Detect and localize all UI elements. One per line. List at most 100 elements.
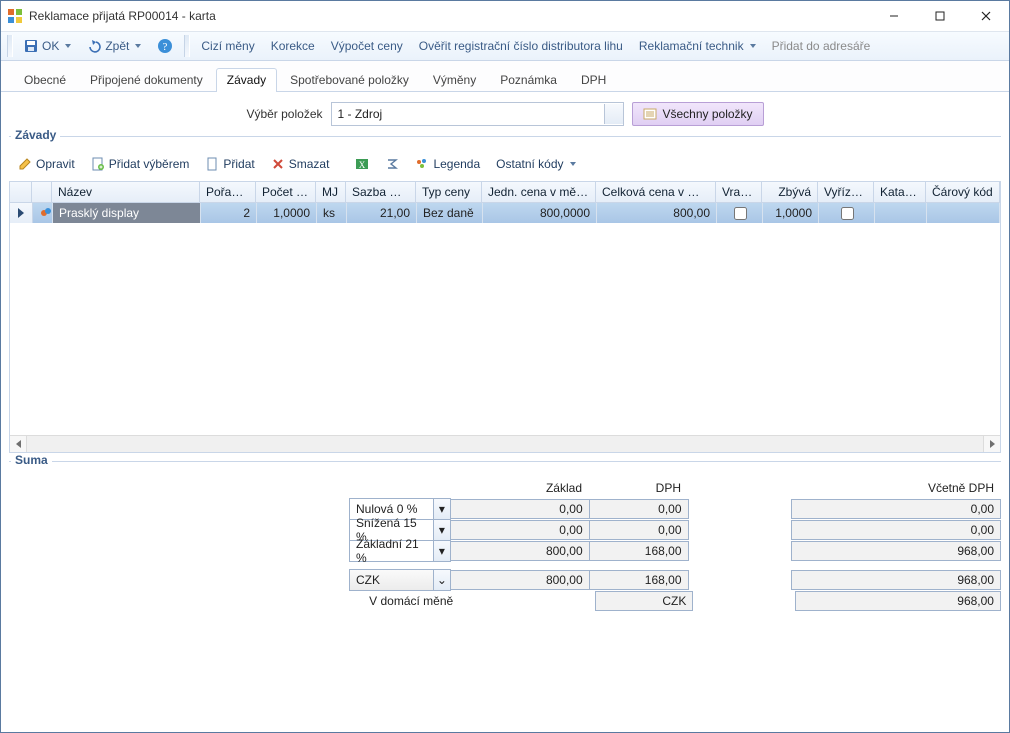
vratka-checkbox[interactable]	[734, 207, 747, 220]
cell-vyrizeno[interactable]	[819, 203, 875, 223]
rate-combo-zakladni[interactable]: Základní 21 %▾	[349, 540, 451, 562]
tab-dph[interactable]: DPH	[570, 68, 617, 92]
col-mj[interactable]: MJ	[316, 182, 346, 202]
col-celk-cena[interactable]: Celková cena v měně	[596, 182, 716, 202]
smazat-button[interactable]: Smazat	[264, 152, 337, 176]
maximize-button[interactable]	[917, 1, 963, 31]
legenda-button[interactable]: Legenda	[408, 152, 487, 176]
table-row[interactable]: Prasklý display 2 1,0000 ks 21,00 Bez da…	[10, 203, 1000, 223]
scroll-right-button[interactable]	[983, 436, 1000, 452]
nulova-zaklad: 0,00	[450, 499, 590, 519]
window-title: Reklamace přijatá RP00014 - karta	[29, 9, 216, 23]
page-plus-icon	[91, 157, 105, 171]
currency-combo[interactable]: CZK⌄	[349, 569, 451, 591]
selector-value: 1 - Zdroj	[332, 107, 604, 121]
tab-zavady[interactable]: Závady	[216, 68, 277, 92]
chevron-down-icon[interactable]: ▾	[433, 499, 450, 519]
col-vratka[interactable]: Vratka	[716, 182, 762, 202]
titlebar: Reklamace přijatá RP00014 - karta	[1, 1, 1009, 32]
cell-typ-ceny[interactable]: Bez daně	[417, 203, 483, 223]
col-poradi[interactable]: Pořadí	[200, 182, 256, 202]
snizena-vcetne: 0,00	[791, 520, 1001, 540]
pridat-button[interactable]: Přidat	[198, 152, 261, 176]
row-selector-header[interactable]	[10, 182, 32, 202]
cell-carovy-kod[interactable]	[927, 203, 1000, 223]
hdr-dph: DPH	[587, 478, 687, 498]
col-sazba-dph[interactable]: Sazba DPH	[346, 182, 416, 202]
sum-button[interactable]	[378, 152, 406, 176]
currency-zaklad: 800,00	[450, 570, 590, 590]
col-carovy-kod[interactable]: Čárový kód	[926, 182, 1000, 202]
all-items-button[interactable]: Všechny položky	[632, 102, 764, 126]
horizontal-scrollbar[interactable]	[10, 435, 1000, 452]
cell-celk-cena[interactable]: 800,00	[597, 203, 717, 223]
save-icon	[24, 39, 38, 53]
col-katalog[interactable]: Katalog	[874, 182, 926, 202]
grid-toolbar: Opravit Přidat výběrem Přidat Smazat X	[9, 151, 1001, 181]
excel-button[interactable]: X	[348, 152, 376, 176]
vypocet-ceny-button[interactable]: Výpočet ceny	[324, 34, 410, 58]
suma-row-nulova: Nulová 0 %▾ 0,00 0,00 0,00	[349, 498, 1001, 520]
icon-col-header[interactable]	[32, 182, 52, 202]
chevron-down-icon[interactable]: ▾	[433, 541, 450, 561]
cell-vratka[interactable]	[717, 203, 763, 223]
tab-spotrebovane[interactable]: Spotřebované položky	[279, 68, 420, 92]
cell-jedn-cena[interactable]: 800,0000	[483, 203, 597, 223]
minimize-button[interactable]	[871, 1, 917, 31]
close-button[interactable]	[963, 1, 1009, 31]
cell-sazba-dph[interactable]: 21,00	[347, 203, 417, 223]
tab-content: Výběr položek 1 - Zdroj Všechny položky …	[1, 92, 1009, 732]
help-button[interactable]: ?	[150, 34, 180, 58]
zavady-group: Závady Opravit Přidat výběrem Přidat Sma…	[9, 136, 1001, 453]
selector-combo[interactable]: 1 - Zdroj	[331, 102, 624, 126]
reklamacni-technik-button[interactable]: Reklamační technik	[632, 34, 763, 58]
pridat-adresar-button[interactable]: Přidat do adresáře	[765, 34, 878, 58]
snizena-zaklad: 0,00	[450, 520, 590, 540]
col-nazev[interactable]: Název	[52, 182, 200, 202]
zakladni-zaklad: 800,00	[450, 541, 590, 561]
opravit-button[interactable]: Opravit	[11, 152, 82, 176]
suma-row-snizena: Snížená 15 %▾ 0,00 0,00 0,00	[349, 519, 1001, 541]
col-vyrizeno[interactable]: Vyřízeno	[818, 182, 874, 202]
cell-nazev[interactable]: Prasklý display	[53, 203, 201, 223]
tab-vymeny[interactable]: Výměny	[422, 68, 487, 92]
tab-obecne[interactable]: Obecné	[13, 68, 77, 92]
col-typ-ceny[interactable]: Typ ceny	[416, 182, 482, 202]
vyrizeno-checkbox[interactable]	[841, 207, 854, 220]
dropdown-caret-icon	[750, 44, 756, 48]
toolbar-grip	[184, 35, 190, 57]
domaci-kod: CZK	[595, 591, 693, 611]
cell-zbyva[interactable]: 1,0000	[763, 203, 819, 223]
row-marker[interactable]	[10, 203, 33, 223]
scroll-left-button[interactable]	[10, 436, 27, 452]
cell-mj[interactable]: ks	[317, 203, 347, 223]
selector-dropdown[interactable]	[604, 104, 623, 124]
chevron-down-icon[interactable]: ▾	[433, 520, 450, 540]
tab-poznamka[interactable]: Poznámka	[489, 68, 568, 92]
list-icon	[643, 107, 657, 121]
ok-button[interactable]: OK	[17, 34, 78, 58]
ostatni-kody-button[interactable]: Ostatní kódy	[489, 152, 582, 176]
col-jedn-cena[interactable]: Jedn. cena v měně	[482, 182, 596, 202]
korekce-button[interactable]: Korekce	[264, 34, 322, 58]
chevron-right-icon	[990, 440, 995, 448]
col-pocet-mj[interactable]: Počet MJ	[256, 182, 316, 202]
suma-row-currency: CZK⌄ 800,00 168,00 968,00	[349, 569, 1001, 591]
col-zbyva[interactable]: Zbývá	[762, 182, 818, 202]
current-row-icon	[18, 208, 24, 218]
cell-poradi[interactable]: 2	[201, 203, 257, 223]
back-button[interactable]: Zpět	[80, 34, 148, 58]
cizi-meny-button[interactable]: Cizí měny	[194, 34, 261, 58]
pridat-vyberem-button[interactable]: Přidat výběrem	[84, 152, 197, 176]
tab-pripojene-dokumenty[interactable]: Připojené dokumenty	[79, 68, 214, 92]
dropdown-caret-icon	[135, 44, 141, 48]
hdr-vcetne: Včetně DPH	[790, 478, 1000, 498]
grid-header: Název Pořadí Počet MJ MJ Sazba DPH Typ c…	[10, 182, 1000, 203]
cell-pocet-mj[interactable]: 1,0000	[257, 203, 317, 223]
chevron-down-icon[interactable]: ⌄	[433, 570, 450, 590]
grid-body[interactable]: Prasklý display 2 1,0000 ks 21,00 Bez da…	[10, 203, 1000, 435]
overit-button[interactable]: Ověřit registrační číslo distributora li…	[412, 34, 630, 58]
snizena-dph: 0,00	[589, 520, 689, 540]
cell-katalog[interactable]	[875, 203, 927, 223]
dropdown-caret-icon	[570, 162, 576, 166]
